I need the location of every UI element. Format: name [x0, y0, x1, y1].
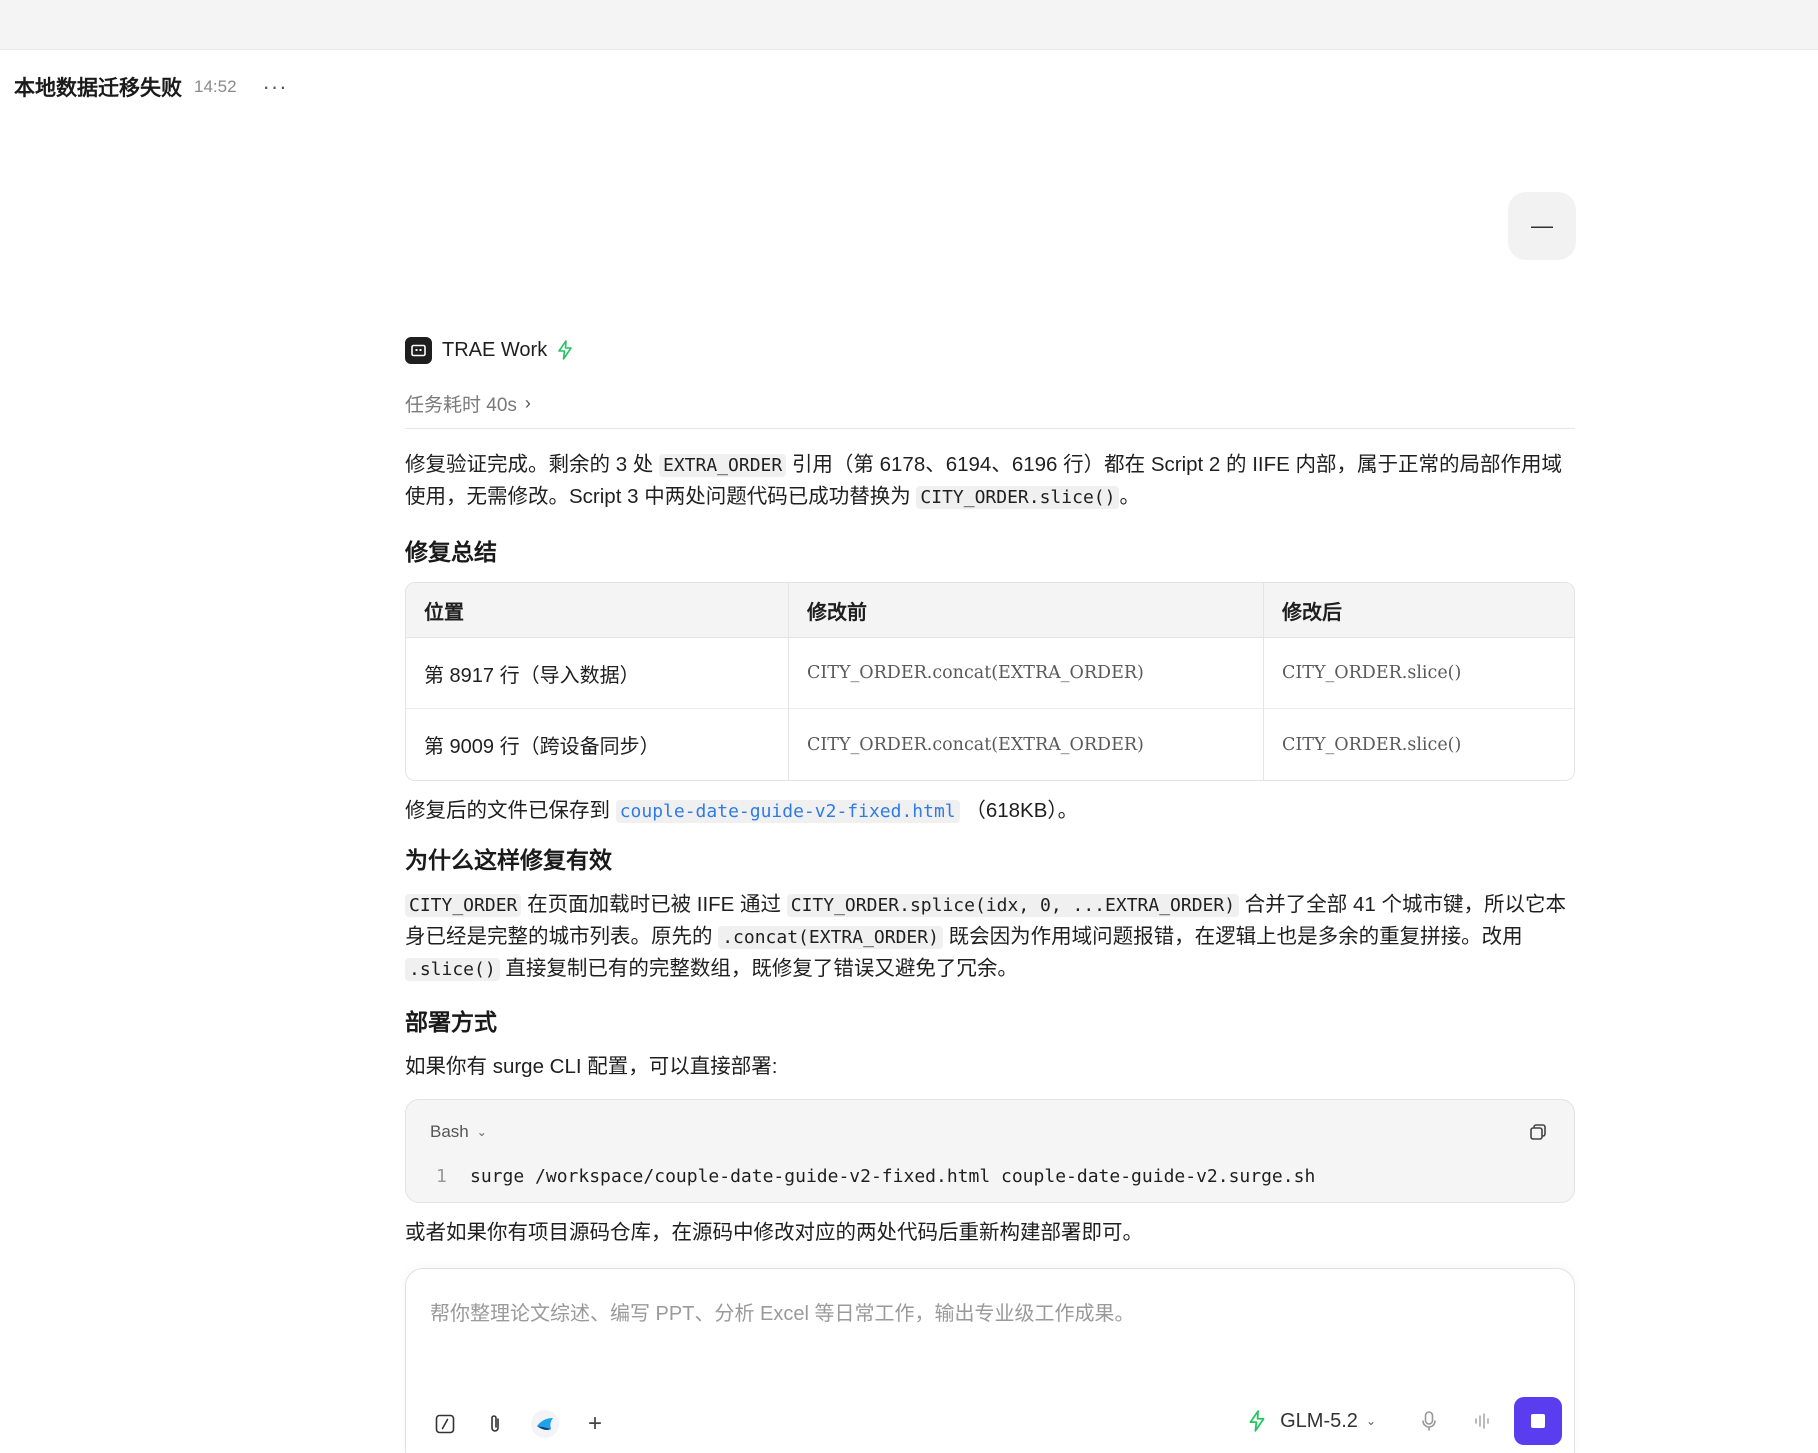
- agent-header: TRAE Work: [405, 334, 1575, 366]
- why-text-1: 在页面加载时已被 IIFE 通过: [521, 893, 787, 916]
- slash-command-icon[interactable]: [430, 1409, 460, 1439]
- column-header: 位置: [406, 583, 788, 638]
- agent-name: TRAE Work: [442, 338, 548, 361]
- deploy-heading: 部署方式: [405, 1009, 497, 1035]
- conversation-title: 本地数据迁移失败: [14, 77, 182, 100]
- table-row: 第 8917 行（导入数据） CITY_ORDER.concat(EXTRA_O…: [406, 638, 1574, 709]
- composer-actions: GLM-5.2 ⌄: [1248, 1397, 1562, 1445]
- why-text-3: 既会因为作用域问题报错，在逻辑上也是多余的重复拼接。改用: [942, 925, 1523, 948]
- task-duration-label: 任务耗时 40s: [405, 394, 517, 416]
- table-cell: 第 8917 行（导入数据）: [406, 638, 788, 709]
- stop-button[interactable]: [1514, 1397, 1562, 1445]
- stop-icon: [1531, 1414, 1545, 1428]
- table-cell: CITY_ORDER.slice(): [1263, 638, 1574, 709]
- model-selector[interactable]: GLM-5.2 ⌄: [1280, 1410, 1376, 1433]
- composer-placeholder[interactable]: 帮你整理论文综述、编写 PPT、分析 Excel 等日常工作，输出专业级工作成果…: [430, 1297, 1134, 1326]
- deploy-outro: 或者如果你有项目源码仓库，在源码中修改对应的两处代码后重新构建部署即可。: [405, 1221, 1143, 1244]
- code-line: 1 surge /workspace/couple-date-guide-v2-…: [436, 1166, 1315, 1187]
- column-header: 修改后: [1263, 583, 1574, 638]
- chevron-down-icon: ⌄: [476, 1125, 487, 1139]
- agent-response: TRAE Work 任务耗时 40s › 修复验证完成。剩余的 3 处 EXTR…: [405, 334, 1575, 1248]
- skill-app-icon[interactable]: [530, 1409, 560, 1439]
- attachment-icon[interactable]: [480, 1409, 510, 1439]
- code-block: Bash ⌄ 1 surge /workspace/couple-date-gu…: [405, 1099, 1575, 1203]
- inline-code: CITY_ORDER: [405, 894, 522, 917]
- composer-tools: +: [430, 1409, 630, 1439]
- summary-heading: 修复总结: [405, 539, 497, 565]
- user-message-text: —: [1531, 213, 1553, 238]
- why-text-4: 直接复制已有的完整数组，既修复了错误又避免了冗余。: [499, 957, 1018, 980]
- inline-code: CITY_ORDER.slice(): [916, 486, 1120, 509]
- saved-text-1: 修复后的文件已保存到: [405, 799, 616, 822]
- inline-code: .slice(): [405, 958, 500, 981]
- task-duration-toggle[interactable]: 任务耗时 40s ›: [405, 388, 1575, 418]
- table-cell: CITY_ORDER.concat(EXTRA_ORDER): [788, 709, 1263, 780]
- table-cell: 第 9009 行（跨设备同步）: [424, 736, 660, 758]
- intro-paragraph: 修复验证完成。剩余的 3 处 EXTRA_ORDER 引用（第 6178、619…: [405, 449, 1575, 513]
- top-bar: [0, 0, 1818, 50]
- line-number: 1: [436, 1166, 447, 1187]
- saved-text-2: （618KB）。: [959, 799, 1079, 822]
- lightning-icon: [557, 340, 573, 360]
- table-row: 第 9009 行（跨设备同步） CITY_ORDER.concat(EXTRA_…: [406, 709, 1574, 780]
- code-text: surge /workspace/couple-date-guide-v2-fi…: [470, 1166, 1316, 1187]
- inline-code: EXTRA_ORDER: [659, 454, 787, 477]
- file-link[interactable]: couple-date-guide-v2-fixed.html: [615, 800, 960, 823]
- table-cell: CITY_ORDER.slice(): [1263, 709, 1574, 780]
- saved-paragraph: 修复后的文件已保存到 couple-date-guide-v2-fixed.ht…: [405, 795, 1575, 827]
- summary-table: 位置 修改前 修改后 第 8917 行（导入数据） CITY_ORDER.con…: [405, 582, 1575, 781]
- copy-icon[interactable]: [1528, 1122, 1548, 1142]
- divider: [405, 428, 1575, 429]
- code-language-label: Bash: [430, 1122, 469, 1141]
- intro-text-1: 修复验证完成。剩余的 3 处: [405, 453, 659, 476]
- add-button[interactable]: +: [580, 1409, 610, 1439]
- microphone-icon[interactable]: [1420, 1410, 1438, 1432]
- conversation-time: 14:52: [194, 77, 237, 96]
- why-paragraph: CITY_ORDER 在页面加载时已被 IIFE 通过 CITY_ORDER.s…: [405, 889, 1575, 985]
- more-options-icon[interactable]: ···: [263, 76, 288, 98]
- lightning-mode-icon[interactable]: [1248, 1410, 1266, 1432]
- model-name: GLM-5.2: [1280, 1409, 1358, 1432]
- user-message-bubble: —: [1508, 192, 1576, 260]
- column-header: 修改前: [788, 583, 1263, 638]
- chevron-down-icon: ⌄: [1365, 1414, 1376, 1428]
- inline-code: CITY_ORDER.splice(idx, 0, ...EXTRA_ORDER…: [786, 894, 1240, 917]
- intro-text-3: 。: [1119, 485, 1140, 508]
- voice-wave-icon[interactable]: [1472, 1411, 1492, 1431]
- deploy-intro: 如果你有 surge CLI 配置，可以直接部署:: [405, 1055, 778, 1078]
- message-composer[interactable]: 帮你整理论文综述、编写 PPT、分析 Excel 等日常工作，输出专业级工作成果…: [405, 1268, 1575, 1453]
- conversation-header: 本地数据迁移失败 14:52 ···: [14, 72, 288, 102]
- inline-code: .concat(EXTRA_ORDER): [718, 926, 943, 949]
- code-language-selector[interactable]: Bash ⌄: [430, 1122, 487, 1142]
- trae-logo-icon: [405, 336, 432, 364]
- table-header-row: 位置 修改前 修改后: [406, 583, 1574, 638]
- why-heading: 为什么这样修复有效: [405, 847, 612, 873]
- chevron-right-icon: ›: [524, 392, 531, 413]
- table-cell: CITY_ORDER.concat(EXTRA_ORDER): [788, 638, 1263, 709]
